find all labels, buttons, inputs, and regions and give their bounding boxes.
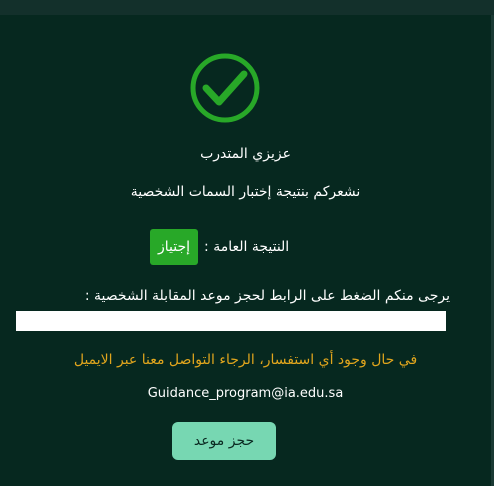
contact-email[interactable]: Guidance_program@ia.edu.sa	[0, 386, 491, 401]
greeting-text: عزيزي المتدرب	[200, 146, 291, 162]
check-circle-icon	[189, 52, 261, 124]
booking-link-field[interactable]	[16, 311, 446, 331]
top-band	[0, 0, 494, 15]
result-label: النتيجة العامة :	[204, 239, 290, 255]
contact-note: في حال وجود أي استفسار، الرجاء التواصل م…	[73, 352, 418, 368]
result-badge: إجتياز	[150, 229, 199, 265]
booking-link-prompt: يرجى منكم الضغط على الرابط لحجز موعد الم…	[84, 288, 450, 304]
result-row: النتيجة العامة : إجتياز	[150, 229, 289, 265]
book-appointment-button[interactable]: حجز موعد	[172, 422, 276, 460]
intro-text: نشعركم بنتيجة إختبار السمات الشخصية	[130, 184, 361, 200]
